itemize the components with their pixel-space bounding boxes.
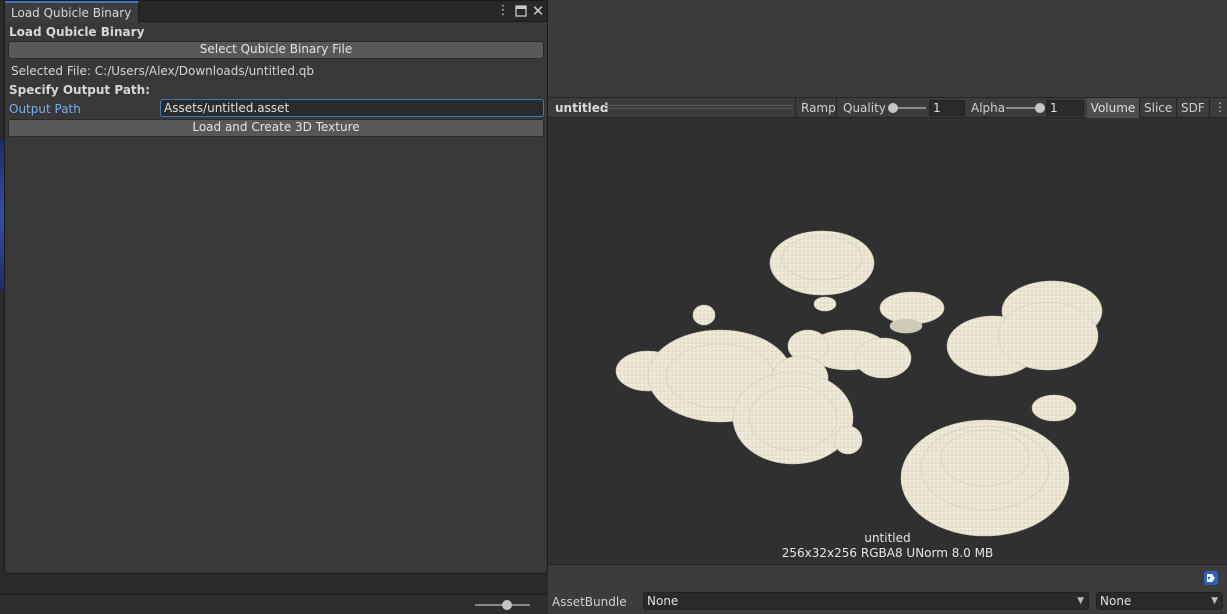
load-qubicle-window: Load Qubicle Binary ⋮ ✕ Load Qubicle Bin… (4, 0, 548, 574)
quality-field[interactable]: 1 (929, 100, 965, 116)
quality-slider-handle[interactable] (888, 103, 898, 113)
asset-bundle-label: AssetBundle (552, 595, 627, 609)
maximize-icon[interactable] (513, 3, 529, 19)
close-icon[interactable]: ✕ (530, 3, 546, 19)
chevron-down-icon: ▼ (1077, 596, 1084, 606)
asset-bundle-variant-dropdown[interactable]: None ▼ (1096, 592, 1223, 610)
window-tab-bar: Load Qubicle Binary ⋮ ✕ (5, 1, 547, 23)
toolbar-separator (1139, 98, 1140, 118)
toolbar-separator (1209, 98, 1210, 118)
drag-handle[interactable] (605, 105, 793, 111)
selected-file-label: Selected File: C:/Users/Alex/Downloads/u… (11, 64, 315, 78)
alpha-slider-handle[interactable] (1035, 103, 1045, 113)
voxel-volume-render (615, 230, 1103, 537)
chevron-down-icon: ▼ (1211, 596, 1218, 606)
asset-bundle-dropdown[interactable]: None ▼ (643, 592, 1089, 610)
load-create-texture-button[interactable]: Load and Create 3D Texture (8, 119, 544, 137)
inspector-area (548, 0, 1227, 97)
more-vertical-icon[interactable]: ⋮ (495, 3, 511, 19)
toolbar-separator (1176, 98, 1177, 118)
window-header: Load Qubicle Binary (9, 25, 145, 39)
alpha-field[interactable]: 1 (1046, 100, 1084, 116)
more-vertical-icon[interactable]: ⋮ (1214, 100, 1226, 114)
volume-mode-button[interactable]: Volume (1087, 98, 1139, 118)
slice-mode-button[interactable]: Slice (1144, 101, 1172, 115)
output-path-header: Specify Output Path: (9, 83, 150, 97)
ramp-button[interactable]: Ramp (801, 101, 836, 115)
asset-bundle-variant-value: None (1100, 594, 1132, 608)
output-path-input[interactable]: Assets/untitled.asset (160, 99, 544, 117)
tag-icon[interactable] (1204, 571, 1218, 585)
sdf-mode-button[interactable]: SDF (1181, 101, 1205, 115)
volume-preview[interactable]: untitled 256x32x256 RGBA8 UNorm 8.0 MB (548, 118, 1227, 564)
select-file-button[interactable]: Select Qubicle Binary File (8, 41, 544, 59)
zoom-slider-handle[interactable] (502, 600, 512, 610)
preview-asset-name: untitled (555, 101, 609, 115)
alpha-label: Alpha (971, 101, 1006, 115)
asset-bundle-bar: AssetBundle None ▼ None ▼ (548, 590, 1227, 614)
window-tab[interactable]: Load Qubicle Binary (5, 1, 139, 23)
asset-bundle-value: None (647, 594, 679, 608)
toolbar-separator (795, 98, 796, 118)
bottom-status-bar (0, 594, 548, 614)
toolbar-separator (836, 98, 837, 118)
preview-caption-info: 256x32x256 RGBA8 UNorm 8.0 MB (781, 546, 994, 560)
preview-caption-name: untitled (864, 531, 911, 545)
quality-label: Quality (843, 101, 886, 115)
asset-labels-bar (548, 564, 1227, 590)
preview-toolbar: untitled Ramp Quality 1 Alpha 1 Volume S… (548, 97, 1227, 118)
output-path-label: Output Path (9, 102, 81, 116)
